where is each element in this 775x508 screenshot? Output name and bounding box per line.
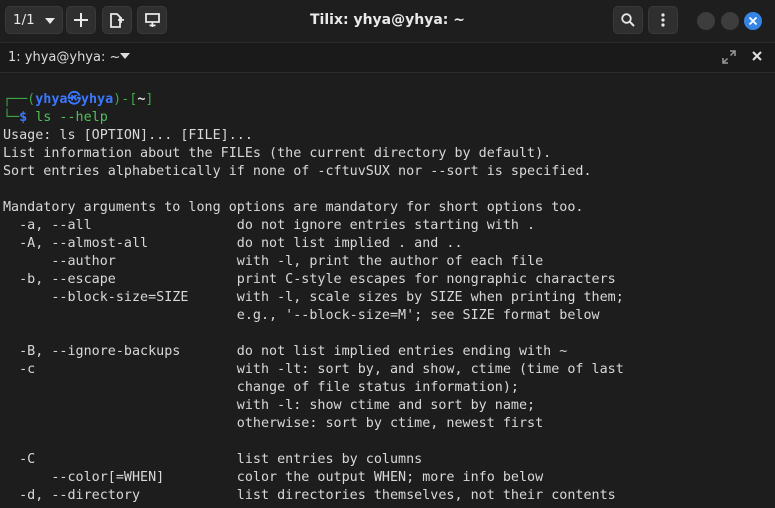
minimize-button[interactable] xyxy=(697,12,715,30)
prompt-corner: ┌──( xyxy=(3,92,36,107)
terminal-tab-label[interactable]: 1: yhya@yhya: ~ xyxy=(8,50,120,65)
close-icon xyxy=(749,17,757,25)
output-line: otherwise: sort by ctime, newest first xyxy=(3,416,544,431)
prompt-separator: )-[ xyxy=(113,92,138,107)
output-line: List information about the FILEs (the cu… xyxy=(3,146,552,161)
kebab-menu-icon xyxy=(661,13,665,27)
terminal-output[interactable]: ┌──(yhya㉿yhya)-[~] └─$ ls --help Usage: … xyxy=(0,73,775,508)
output-line: with -l: show ctime and sort by name; xyxy=(3,398,536,413)
help-output: Usage: ls [OPTION]... [FILE]... List info… xyxy=(0,127,775,505)
output-line: -B, --ignore-backups do not list implied… xyxy=(3,344,568,359)
output-line: -C list entries by columns xyxy=(3,452,423,467)
output-line: -a, --all do not ignore entries starting… xyxy=(3,218,536,233)
output-line: change of file status information); xyxy=(3,380,519,395)
terminal-tab-bar: 1: yhya@yhya: ~ xyxy=(0,43,775,73)
tilix-window: 1/1 Tilix: yhya@yhya: ~ 1: yhya@yhya: ~ … xyxy=(0,0,775,508)
prompt-bracket-end: ] xyxy=(145,92,154,107)
search-icon xyxy=(621,13,635,27)
command-text: ls --help xyxy=(35,110,108,125)
prompt-dollar: $ xyxy=(19,110,28,125)
prompt-line: ┌──(yhya㉿yhya)-[~] xyxy=(0,91,775,109)
prompt-user-host: yhya㉿yhya xyxy=(35,92,114,107)
header-bar: 1/1 Tilix: yhya@yhya: ~ xyxy=(0,0,775,43)
chevron-down-icon[interactable] xyxy=(120,53,130,59)
output-line: --color[=WHEN] color the output WHEN; mo… xyxy=(3,470,544,485)
output-line: -c with -lt: sort by, and show, ctime (t… xyxy=(3,362,624,377)
search-button[interactable] xyxy=(613,6,643,34)
maximize-button[interactable] xyxy=(721,12,739,30)
output-line: Mandatory arguments to long options are … xyxy=(3,200,584,215)
output-line: Sort entries alphabetically if none of -… xyxy=(3,164,592,179)
output-line: e.g., '--block-size=M'; see SIZE format … xyxy=(3,308,600,323)
maximize-terminal-icon[interactable] xyxy=(722,50,736,64)
close-icon[interactable] xyxy=(752,51,762,61)
menu-button[interactable] xyxy=(648,6,678,34)
output-line: -A, --almost-all do not list implied . a… xyxy=(3,236,463,251)
prompt-corner-lower: └─ xyxy=(3,110,20,125)
output-line: --author with -l, print the author of ea… xyxy=(3,254,544,269)
output-line: Usage: ls [OPTION]... [FILE]... xyxy=(3,128,253,143)
output-line: --block-size=SIZE with -l, scale sizes b… xyxy=(3,290,624,305)
output-line: -d, --directory list directories themsel… xyxy=(3,488,616,503)
command-line: └─$ ls --help xyxy=(0,109,775,127)
close-window-button[interactable] xyxy=(744,12,762,30)
output-line: -b, --escape print C-style escapes for n… xyxy=(3,272,616,287)
